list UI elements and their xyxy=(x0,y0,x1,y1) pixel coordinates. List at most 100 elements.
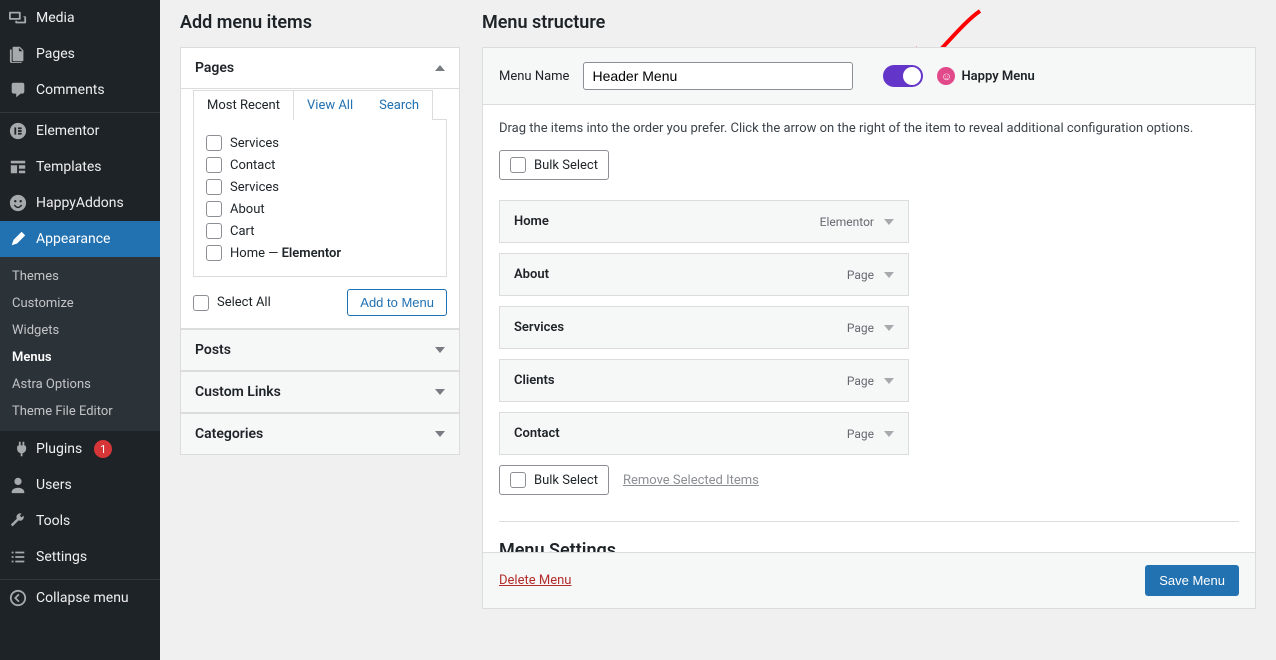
sidebar-item-tools[interactable]: Tools xyxy=(0,503,160,539)
pages-icon xyxy=(8,44,28,64)
add-to-menu-button[interactable]: Add to Menu xyxy=(347,289,447,316)
list-item[interactable]: Cart xyxy=(206,220,434,242)
pages-list: Services Contact Services About Cart Hom… xyxy=(193,119,447,277)
menu-structure-heading: Menu structure xyxy=(482,12,1256,33)
structure-hint: Drag the items into the order you prefer… xyxy=(499,121,1239,136)
sidebar-label: Tools xyxy=(36,513,70,529)
tools-icon xyxy=(8,511,28,531)
collapse-icon xyxy=(8,588,28,608)
sidebar-label: Pages xyxy=(36,46,75,62)
sidebar-item-happyaddons[interactable]: HappyAddons xyxy=(0,185,160,221)
sidebar-item-pages[interactable]: Pages xyxy=(0,36,160,72)
submenu-theme-editor[interactable]: Theme File Editor xyxy=(0,398,160,425)
sidebar-item-media[interactable]: Media xyxy=(0,0,160,36)
list-item[interactable]: Services xyxy=(206,176,434,198)
panel-body: Drag the items into the order you prefer… xyxy=(483,105,1255,607)
menu-item[interactable]: Clients Page xyxy=(499,359,909,402)
sidebar-item-settings[interactable]: Settings xyxy=(0,539,160,575)
accordion-head-posts[interactable]: Posts xyxy=(181,329,459,370)
chevron-down-icon xyxy=(884,431,894,437)
menu-item-toggle[interactable]: Page xyxy=(847,268,894,282)
list-item[interactable]: Contact xyxy=(206,154,434,176)
users-icon xyxy=(8,475,28,495)
page-checkbox[interactable] xyxy=(206,223,222,239)
settings-icon xyxy=(8,547,28,567)
menu-item[interactable]: About Page xyxy=(499,253,909,296)
elementor-icon xyxy=(8,121,28,141)
list-item[interactable]: About xyxy=(206,198,434,220)
submenu-menus[interactable]: Menus xyxy=(0,344,160,371)
accordion-title: Pages xyxy=(195,60,234,76)
appearance-submenu: Themes Customize Widgets Menus Astra Opt… xyxy=(0,257,160,431)
select-all[interactable]: Select All xyxy=(193,295,271,311)
sidebar-label: Comments xyxy=(36,82,105,98)
tab-view-all[interactable]: View All xyxy=(294,91,366,120)
sidebar-item-templates[interactable]: Templates xyxy=(0,149,160,185)
menu-item-toggle[interactable]: Page xyxy=(847,321,894,335)
delete-menu-link[interactable]: Delete Menu xyxy=(499,573,571,588)
menu-item-toggle[interactable]: Page xyxy=(847,374,894,388)
page-checkbox[interactable] xyxy=(206,245,222,261)
add-items-heading: Add menu items xyxy=(180,12,460,33)
sidebar-item-collapse[interactable]: Collapse menu xyxy=(0,580,160,616)
admin-sidebar: Media Pages Comments Elementor Templates… xyxy=(0,0,160,660)
sidebar-label: Templates xyxy=(36,159,102,175)
remove-selected-link: Remove Selected Items xyxy=(623,473,759,488)
sidebar-item-users[interactable]: Users xyxy=(0,467,160,503)
bulk-select-top[interactable]: Bulk Select xyxy=(499,150,609,180)
accordion-title: Categories xyxy=(195,426,263,442)
menu-item-toggle[interactable]: Page xyxy=(847,427,894,441)
save-menu-button[interactable]: Save Menu xyxy=(1145,565,1239,596)
bulk-select-checkbox[interactable] xyxy=(510,157,526,173)
sidebar-label: Elementor xyxy=(36,123,99,139)
sidebar-item-plugins[interactable]: Plugins 1 xyxy=(0,431,160,467)
accordion-head-categories[interactable]: Categories xyxy=(181,413,459,454)
chevron-down-icon xyxy=(435,347,445,353)
select-all-checkbox[interactable] xyxy=(193,295,209,311)
menu-item[interactable]: Services Page xyxy=(499,306,909,349)
tab-most-recent[interactable]: Most Recent xyxy=(194,91,294,120)
happyaddons-icon xyxy=(8,193,28,213)
submenu-themes[interactable]: Themes xyxy=(0,263,160,290)
page-checkbox[interactable] xyxy=(206,135,222,151)
sidebar-label: Users xyxy=(36,477,72,493)
chevron-down-icon xyxy=(884,378,894,384)
accordion-pages: Pages Most Recent View All Search Servic… xyxy=(180,47,460,329)
tab-search[interactable]: Search xyxy=(366,91,432,120)
page-checkbox[interactable] xyxy=(206,179,222,195)
comments-icon xyxy=(8,80,28,100)
submenu-astra[interactable]: Astra Options xyxy=(0,371,160,398)
panel-footer: Delete Menu Save Menu xyxy=(483,552,1255,608)
submenu-customize[interactable]: Customize xyxy=(0,290,160,317)
menu-item[interactable]: Home Elementor xyxy=(499,200,909,243)
bulk-select-bottom[interactable]: Bulk Select xyxy=(499,465,609,495)
sidebar-label: Settings xyxy=(36,549,87,565)
sidebar-label: Collapse menu xyxy=(36,590,129,606)
sidebar-item-appearance[interactable]: Appearance xyxy=(0,221,160,257)
chevron-down-icon xyxy=(884,219,894,225)
accordion-head-pages[interactable]: Pages xyxy=(181,48,459,88)
panel-head: Menu Name ☺ Happy Menu xyxy=(483,48,1255,105)
list-item[interactable]: Services xyxy=(206,132,434,154)
accordion-title: Custom Links xyxy=(195,384,281,400)
menu-name-input[interactable] xyxy=(583,62,853,90)
chevron-down-icon xyxy=(435,389,445,395)
bulk-select-checkbox[interactable] xyxy=(510,472,526,488)
sidebar-item-elementor[interactable]: Elementor xyxy=(0,113,160,149)
plugins-badge: 1 xyxy=(94,440,112,458)
accordion-posts: Posts xyxy=(180,328,460,371)
list-item[interactable]: Home — Elementor xyxy=(206,242,434,264)
sidebar-item-comments[interactable]: Comments xyxy=(0,72,160,108)
page-checkbox[interactable] xyxy=(206,201,222,217)
menu-item[interactable]: Contact Page xyxy=(499,412,909,455)
templates-icon xyxy=(8,157,28,177)
accordion-head-custom-links[interactable]: Custom Links xyxy=(181,371,459,412)
menu-item-toggle[interactable]: Elementor xyxy=(820,215,894,229)
happy-menu-icon: ☺ xyxy=(937,67,955,85)
submenu-widgets[interactable]: Widgets xyxy=(0,317,160,344)
chevron-down-icon xyxy=(884,325,894,331)
page-checkbox[interactable] xyxy=(206,157,222,173)
happy-menu-toggle[interactable] xyxy=(883,65,923,87)
menu-name-label: Menu Name xyxy=(499,69,569,84)
menu-items-list: Home Elementor About Page Services Page … xyxy=(499,200,1239,455)
